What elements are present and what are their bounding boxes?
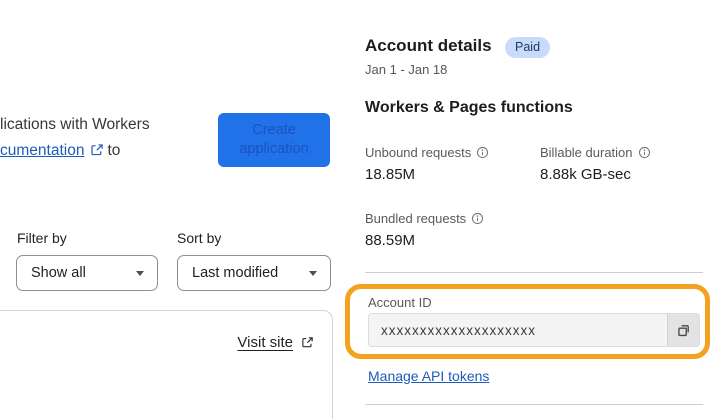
workers-pages-dashboard: lications with Workers cumentation to Cre…: [0, 0, 718, 419]
external-link-icon: [301, 336, 314, 349]
stat-label-bundled: Bundled requests: [365, 211, 484, 226]
sort-dropdown-value: Last modified: [192, 265, 279, 281]
external-link-icon: [90, 140, 104, 166]
info-icon[interactable]: [638, 146, 651, 159]
intro-line-2: cumentation to: [0, 138, 150, 166]
intro-line-1: lications with Workers: [0, 116, 150, 133]
filter-dropdown-value: Show all: [31, 265, 86, 281]
paid-plan-badge: Paid: [505, 37, 551, 58]
chevron-down-icon: [136, 270, 144, 276]
intro-text: lications with Workers cumentation to: [0, 112, 150, 166]
manage-api-tokens-link[interactable]: Manage API tokens: [368, 368, 489, 384]
info-icon[interactable]: [471, 212, 484, 225]
sort-by-label: Sort by: [177, 230, 222, 246]
copy-icon: [675, 322, 692, 339]
date-range: Jan 1 - Jan 18: [365, 62, 448, 77]
stat-value-bundled: 88.59M: [365, 232, 416, 249]
stat-value-billable: 8.88k GB-sec: [540, 166, 631, 183]
intro-suffix: to: [107, 142, 121, 159]
sort-dropdown[interactable]: Last modified: [177, 255, 331, 291]
copy-button[interactable]: [667, 314, 699, 346]
account-details-title: Account details: [365, 36, 492, 55]
visit-site-label: Visit site: [237, 334, 293, 351]
project-card: Visit site: [0, 310, 333, 419]
visit-site-link[interactable]: Visit site: [237, 334, 314, 351]
stat-label-unbound: Unbound requests: [365, 145, 489, 160]
divider: [365, 404, 703, 405]
account-id-value[interactable]: xxxxxxxxxxxxxxxxxxxx: [369, 314, 667, 346]
account-id-field: xxxxxxxxxxxxxxxxxxxx: [368, 313, 700, 347]
create-application-button[interactable]: Create application: [218, 113, 330, 167]
stat-value-unbound: 18.85M: [365, 166, 416, 183]
filter-dropdown[interactable]: Show all: [16, 255, 158, 291]
account-id-label: Account ID: [368, 295, 432, 310]
stat-label-billable: Billable duration: [540, 145, 651, 160]
info-icon[interactable]: [476, 146, 489, 159]
documentation-link[interactable]: cumentation: [0, 142, 84, 159]
functions-section-title: Workers & Pages functions: [365, 99, 573, 116]
filter-by-label: Filter by: [17, 230, 67, 246]
divider: [365, 272, 703, 273]
chevron-down-icon: [309, 270, 317, 276]
